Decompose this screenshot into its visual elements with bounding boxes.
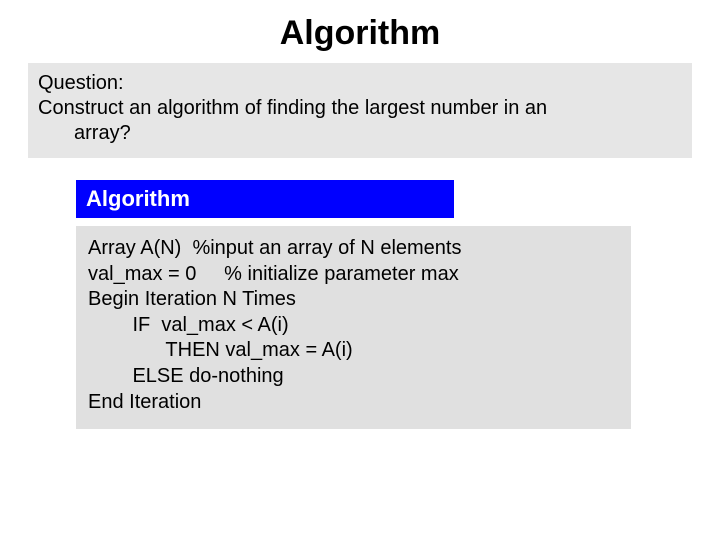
algorithm-header: Algorithm xyxy=(76,180,454,218)
algo-line: THEN val_max = A(i) xyxy=(88,338,619,364)
algo-line: Begin Iteration N Times xyxy=(88,287,619,313)
question-text-line2: array? xyxy=(38,121,682,146)
question-label: Question: xyxy=(38,71,682,96)
algo-line: IF val_max < A(i) xyxy=(88,313,619,339)
algo-line: ELSE do-nothing xyxy=(88,364,619,390)
algo-line: End Iteration xyxy=(88,390,619,416)
question-box: Question: Construct an algorithm of find… xyxy=(28,63,692,158)
question-text-line1: Construct an algorithm of finding the la… xyxy=(38,96,682,121)
page-title: Algorithm xyxy=(0,0,720,63)
algorithm-body: Array A(N) %input an array of N elements… xyxy=(76,226,631,429)
algo-line: Array A(N) %input an array of N elements xyxy=(88,236,619,262)
algo-line: val_max = 0 % initialize parameter max xyxy=(88,262,619,288)
